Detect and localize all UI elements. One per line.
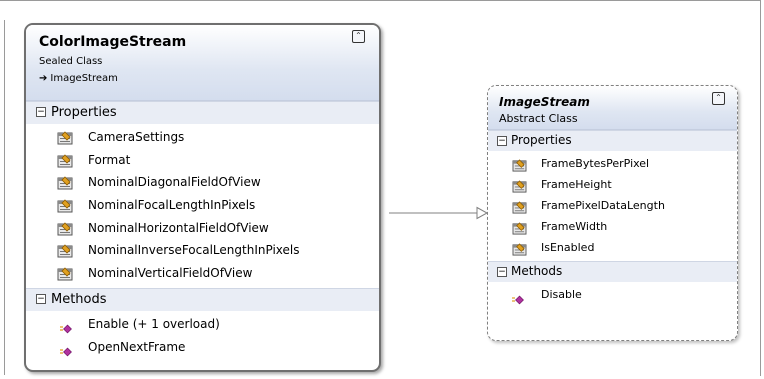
property-icon xyxy=(512,199,527,214)
property-name: CameraSettings xyxy=(88,130,185,144)
collapse-chevron-icon[interactable]: ⌃ xyxy=(352,30,365,43)
methods-label: Methods xyxy=(511,264,563,278)
class-box-image-stream[interactable]: ImageStream Abstract Class ⌃ − Propertie… xyxy=(487,85,738,341)
property-row[interactable]: NominalDiagonalFieldOfView xyxy=(26,172,379,195)
method-icon xyxy=(60,319,72,334)
property-row[interactable]: FrameWidth xyxy=(488,217,737,238)
property-icon xyxy=(512,220,527,235)
class-kind: Abstract Class xyxy=(499,112,578,125)
class-title: ImageStream xyxy=(499,95,590,109)
property-icon xyxy=(512,157,527,172)
property-row[interactable]: NominalInverseFocalLengthInPixels xyxy=(26,240,379,263)
properties-label: Properties xyxy=(51,105,117,120)
properties-label: Properties xyxy=(511,133,572,147)
property-icon xyxy=(57,175,73,190)
class-box-color-image-stream[interactable]: ColorImageStream Sealed Class ➔ ImageStre… xyxy=(24,23,381,372)
property-row[interactable]: FrameBytesPerPixel xyxy=(488,154,737,175)
methods-section-header[interactable]: − Methods xyxy=(488,261,737,282)
collapse-chevron-icon[interactable]: ⌃ xyxy=(712,92,725,105)
method-name: OpenNextFrame xyxy=(88,339,186,354)
property-icon xyxy=(512,241,527,256)
base-class: ➔ ImageStream xyxy=(39,73,118,84)
properties-list: FrameBytesPerPixel FrameHeight FramePixelD… xyxy=(488,151,737,261)
property-row[interactable]: FrameHeight xyxy=(488,175,737,196)
class-title: ColorImageStream xyxy=(39,34,187,50)
canvas-left-edge xyxy=(4,20,5,375)
property-name: IsEnabled xyxy=(541,241,595,254)
property-row[interactable]: CameraSettings xyxy=(26,127,379,150)
properties-list: CameraSettings Format NominalDiagonalField… xyxy=(26,124,379,288)
method-name: Enable (+ 1 overload) xyxy=(88,316,220,331)
method-row[interactable]: Disable xyxy=(488,285,737,306)
property-row[interactable]: Format xyxy=(26,150,379,173)
property-icon xyxy=(57,221,73,236)
property-name: NominalDiagonalFieldOfView xyxy=(88,175,261,190)
property-name: FrameHeight xyxy=(541,178,612,191)
property-name: FramePixelDataLength xyxy=(541,199,665,212)
methods-section-header[interactable]: − Methods xyxy=(26,287,379,311)
collapse-minus-icon[interactable]: − xyxy=(36,107,46,117)
method-name: Disable xyxy=(541,288,582,301)
properties-section-header[interactable]: − Properties xyxy=(488,130,737,151)
collapse-minus-icon[interactable]: − xyxy=(497,267,507,277)
property-name: Format xyxy=(88,152,131,167)
method-icon xyxy=(60,342,72,356)
property-name: NominalFocalLengthInPixels xyxy=(88,198,256,213)
property-name: FrameWidth xyxy=(541,220,608,233)
method-row[interactable]: Enable (+ 1 overload) xyxy=(26,314,379,337)
property-icon xyxy=(57,243,73,258)
class-header: ColorImageStream Sealed Class ➔ ImageStre… xyxy=(26,25,379,101)
properties-section-header[interactable]: − Properties xyxy=(26,101,379,124)
base-class-name: ImageStream xyxy=(50,73,118,84)
property-icon xyxy=(57,266,73,281)
property-icon xyxy=(57,198,73,213)
base-arrow-icon: ➔ xyxy=(39,73,48,84)
method-row[interactable]: OpenNextFrame xyxy=(26,337,379,360)
property-icon xyxy=(57,153,73,168)
collapse-minus-icon[interactable]: − xyxy=(36,293,46,304)
methods-label: Methods xyxy=(51,291,107,307)
property-row[interactable]: NominalHorizontalFieldOfView xyxy=(26,218,379,241)
property-row[interactable]: FramePixelDataLength xyxy=(488,196,737,217)
property-name: NominalInverseFocalLengthInPixels xyxy=(88,243,300,258)
property-name: NominalHorizontalFieldOfView xyxy=(88,220,269,235)
collapse-minus-icon[interactable]: − xyxy=(497,136,507,146)
property-name: FrameBytesPerPixel xyxy=(541,157,650,170)
property-icon xyxy=(512,178,527,193)
property-row[interactable]: NominalFocalLengthInPixels xyxy=(26,195,379,218)
property-icon xyxy=(57,130,73,145)
methods-list: Disable xyxy=(488,282,737,308)
method-icon xyxy=(512,290,524,305)
property-name: NominalVerticalFieldOfView xyxy=(88,266,253,281)
methods-list: Enable (+ 1 overload) OpenNextFrame xyxy=(26,311,379,361)
property-row[interactable]: NominalVerticalFieldOfView xyxy=(26,263,379,286)
property-row[interactable]: IsEnabled xyxy=(488,238,737,259)
class-kind: Sealed Class xyxy=(39,56,103,67)
class-header: ImageStream Abstract Class ⌃ xyxy=(488,86,737,130)
